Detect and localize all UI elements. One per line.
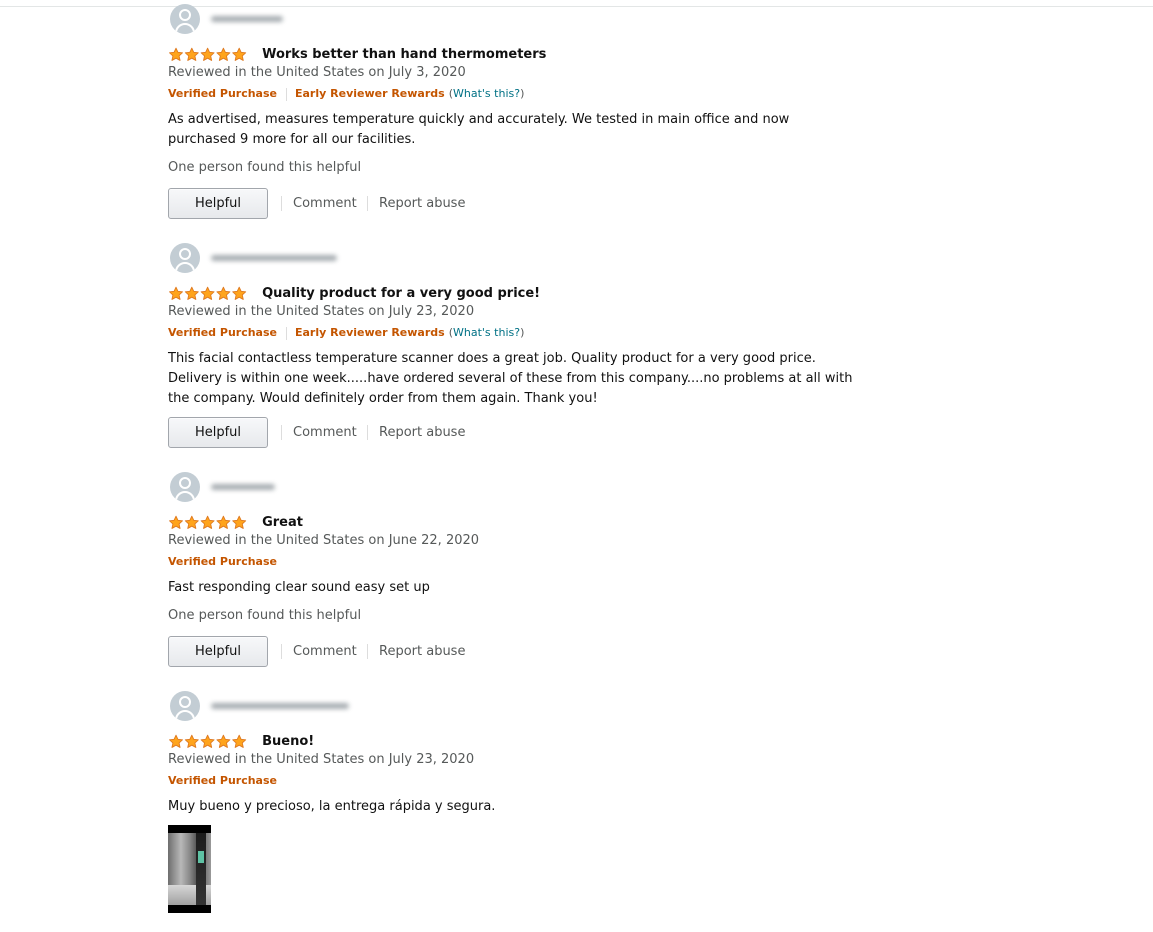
whats-this-wrapper: (What's this?) [448,326,525,339]
star-icon [232,47,247,61]
star-icon [169,47,183,61]
report-abuse-link[interactable]: Report abuse [379,417,465,448]
star-icon [184,734,199,748]
action-divider [367,644,368,659]
star-icon [216,734,231,748]
report-abuse-link[interactable]: Report abuse [379,188,465,219]
review-badges: Verified Purchase [168,774,277,787]
avatar [170,472,200,502]
review-badges: Verified Purchase [168,555,277,568]
avatar [170,691,200,721]
star-rating-icon [168,515,248,531]
badge-divider [286,326,287,340]
review-date: Reviewed in the United States on June 22… [168,533,480,548]
star-icon [184,515,199,529]
star-rating-icon [168,47,248,63]
whats-this-link[interactable]: What's this? [453,87,520,100]
review-date: Reviewed in the United States on July 23… [168,752,475,767]
review-body: Muy bueno y precioso, la entrega rápida … [168,799,496,814]
review-badges: Verified Purchase Early Reviewer Rewards(… [168,326,524,340]
verified-purchase-badge[interactable]: Verified Purchase [168,774,277,787]
helpful-count: One person found this helpful [168,160,362,175]
comment-link[interactable]: Comment [293,417,357,448]
star-icon [169,286,183,300]
star-icon [216,286,231,300]
star-icon [200,47,215,61]
helpful-count: One person found this helpful [168,608,362,623]
review-title-row[interactable]: Great [168,512,303,530]
star-icon [184,286,199,300]
star-rating-icon [168,734,248,750]
comment-link[interactable]: Comment [293,636,357,667]
verified-purchase-badge[interactable]: Verified Purchase [168,87,277,100]
avatar [170,4,200,34]
review-body: Fast responding clear sound easy set up [168,580,430,595]
reviewer-profile[interactable] [168,2,568,36]
comment-link[interactable]: Comment [293,188,357,219]
star-icon [184,47,199,61]
review-title[interactable]: Works better than hand thermometers [262,47,546,62]
review-body: As advertised, measures temperature quic… [168,112,790,147]
whats-this-wrapper: (What's this?) [448,87,525,100]
reviewer-name-redacted [211,16,283,22]
reviewer-name-redacted [211,703,349,709]
verified-purchase-badge[interactable]: Verified Purchase [168,326,277,339]
badge-divider [286,87,287,101]
review-title-row[interactable]: Bueno! [168,731,314,749]
star-icon [169,734,183,748]
star-icon [169,515,183,529]
review-date: Reviewed in the United States on July 23… [168,304,475,319]
action-divider [367,425,368,440]
review-title-row[interactable]: Quality product for a very good price! [168,283,540,301]
helpful-button[interactable]: Helpful [168,636,268,667]
helpful-button[interactable]: Helpful [168,188,268,219]
reviewer-name-redacted [211,255,337,261]
star-icon [200,286,215,300]
review-badges: Verified Purchase Early Reviewer Rewards(… [168,87,524,101]
report-abuse-link[interactable]: Report abuse [379,636,465,667]
star-rating-icon [168,286,248,302]
star-icon [216,515,231,529]
helpful-button[interactable]: Helpful [168,417,268,448]
whats-this-link[interactable]: What's this? [453,326,520,339]
star-icon [200,515,215,529]
review-title-row[interactable]: Works better than hand thermometers [168,44,546,62]
reviewer-profile[interactable] [168,689,568,723]
early-reviewer-badge: Early Reviewer Rewards [295,87,445,100]
action-divider [281,196,282,211]
star-icon [232,515,247,529]
avatar [170,243,200,273]
review-title[interactable]: Great [262,515,303,530]
verified-purchase-badge[interactable]: Verified Purchase [168,555,277,568]
early-reviewer-badge: Early Reviewer Rewards [295,326,445,339]
review-photo-thumbnail[interactable] [168,825,211,913]
action-divider [281,425,282,440]
review-body: This facial contactless temperature scan… [168,351,853,406]
star-icon [232,286,247,300]
reviewer-profile[interactable] [168,241,568,275]
review-title[interactable]: Quality product for a very good price! [262,286,540,301]
reviewer-name-redacted [211,484,275,490]
reviewer-profile[interactable] [168,470,568,504]
action-divider [367,196,368,211]
star-icon [200,734,215,748]
review-title[interactable]: Bueno! [262,734,314,749]
star-icon [216,47,231,61]
action-divider [281,644,282,659]
star-icon [232,734,247,748]
review-date: Reviewed in the United States on July 3,… [168,65,466,80]
